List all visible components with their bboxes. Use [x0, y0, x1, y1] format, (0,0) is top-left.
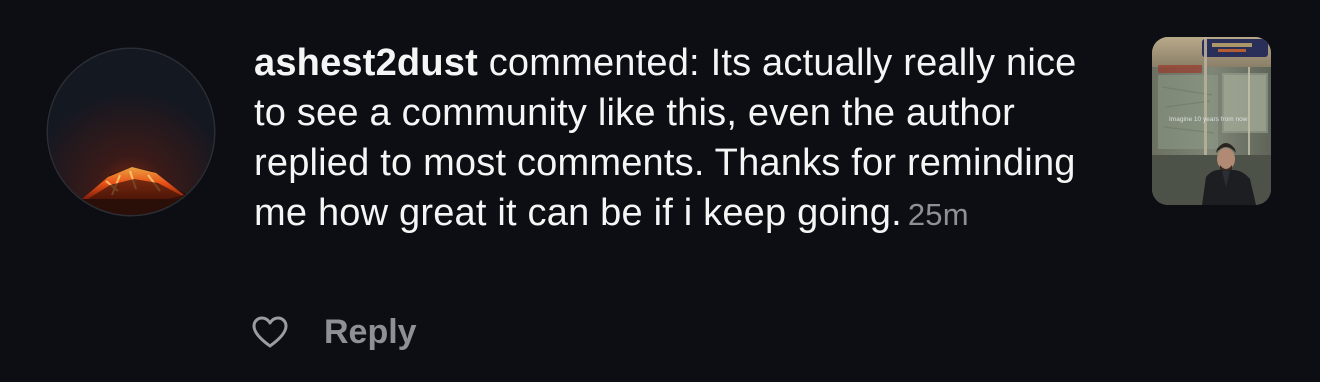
post-thumbnail[interactable]: Imagine 10 years from now [1152, 37, 1271, 205]
reply-button[interactable]: Reply [324, 313, 417, 352]
username-link[interactable]: ashest2dust [254, 42, 478, 84]
comment-body: ashest2dust commented: Its actually real… [254, 38, 1114, 240]
comment-verb: commented: [477, 42, 711, 84]
heart-outline-icon [252, 316, 288, 348]
volcano-avatar-image [48, 49, 214, 215]
thumbnail-caption: Imagine 10 years from now [1169, 116, 1248, 123]
like-button[interactable] [250, 312, 290, 352]
comment-timestamp: 25m [907, 197, 969, 232]
avatar[interactable] [48, 49, 214, 215]
comment-actions: Reply [250, 308, 417, 356]
comment-notification: ashest2dust commented: Its actually real… [0, 0, 1320, 382]
